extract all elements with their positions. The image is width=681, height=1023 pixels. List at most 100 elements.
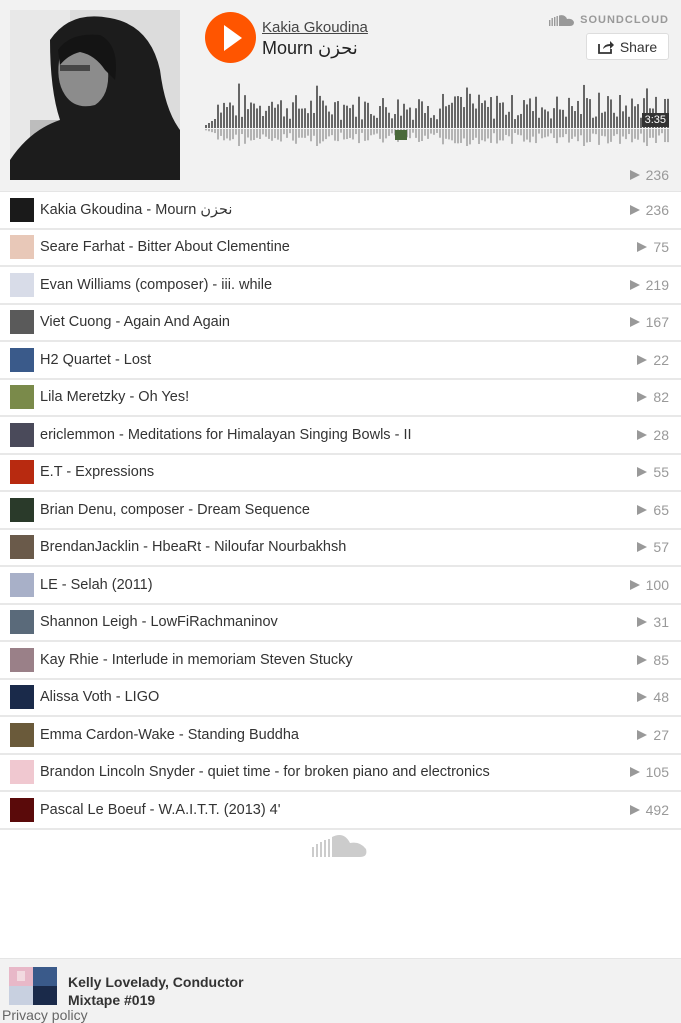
waveform-bar [418,99,420,128]
waveform-bar [634,106,636,128]
track-row[interactable]: Brandon Lincoln Snyder - quiet time - fo… [0,755,681,792]
track-title[interactable]: Mourn نحزن [262,38,358,59]
waveform-bar-reflection [511,129,513,144]
waveform-bar [517,115,519,128]
waveform-bar-reflection [553,129,555,138]
waveform-bar [541,107,543,128]
waveform-bar [394,114,396,128]
soundcloud-brand-label: SOUNDCLOUD [580,14,669,26]
waveform-bar-reflection [268,129,270,139]
waveform-bar-reflection [319,129,321,144]
waveform-bar [370,114,372,128]
waveform-bar [529,98,531,128]
header-play-count-value: 236 [645,167,669,183]
waveform-bar [574,111,576,128]
waveform-bar-reflection [568,129,570,143]
waveform-bar-reflection [304,129,306,138]
waveform-bar [478,94,480,128]
playlist-thumbnail[interactable] [9,967,57,1005]
track-row[interactable]: Pascal Le Boeuf - W.A.I.T.T. (2013) 4' 49… [0,792,681,830]
track-row[interactable]: Lila Meretzky - Oh Yes! 82 [0,380,681,417]
waveform-bar [286,108,288,128]
waveform-bar-reflection [592,129,594,134]
track-row[interactable]: BrendanJacklin - HbeaRt - Niloufar Nourb… [0,530,681,567]
waveform-bar [265,110,267,128]
waveform-bar-reflection [481,129,483,141]
waveform-bar-reflection [292,129,294,141]
playlist-title[interactable]: Mixtape #019 [68,992,155,1008]
comment-avatar-marker[interactable] [395,130,407,140]
track-play-count-value: 57 [653,539,669,556]
track-thumbnail [10,797,34,822]
track-play-count-value: 219 [645,276,669,293]
track-label: Emma Cardon-Wake - Standing Buddha [40,726,299,743]
track-row[interactable]: Shannon Leigh - LowFiRachmaninov 31 [0,605,681,642]
track-row[interactable]: Seare Farhat - Bitter About Clementine 75 [0,230,681,267]
waveform-bar-reflection [619,129,621,144]
track-row[interactable]: Brian Denu, composer - Dream Sequence 65 [0,492,681,530]
track-row[interactable]: E.T - Expressions 55 [0,455,681,492]
waveform-bar-reflection [277,129,279,140]
waveform-bar-reflection [373,129,375,135]
waveform-bar-reflection [658,129,660,136]
track-row[interactable]: Emma Cardon-Wake - Standing Buddha 27 [0,717,681,755]
track-play-count-value: 82 [653,389,669,406]
waveform-bar-reflection [256,129,258,138]
waveform-bar [547,111,549,128]
track-row[interactable]: H2 Quartet - Lost 22 [0,342,681,380]
waveform-bar-reflection [451,129,453,141]
track-thumbnail [10,685,34,710]
track-thumbnail [10,647,34,672]
waveform-bar-reflection [499,129,501,141]
waveform-bar [289,118,291,128]
waveform-bar [307,113,309,128]
waveform-bar [520,113,522,128]
track-row[interactable]: Viet Cuong - Again And Again 167 [0,305,681,342]
track-play-count: 492 [629,802,669,818]
track-thumbnail [10,197,34,222]
waveform[interactable] [205,82,669,146]
track-artwork[interactable] [10,10,180,180]
waveform-bar [376,117,378,128]
waveform-bar [466,87,468,128]
share-button[interactable]: Share [586,33,669,60]
track-thumbnail [10,572,34,597]
playlist-owner[interactable]: Kelly Lovelady, Conductor [68,974,244,990]
play-count-icon [629,317,640,328]
play-count-icon [637,729,648,740]
waveform-bar [508,111,510,128]
track-row[interactable]: ericlemmon - Meditations for Himalayan S… [0,417,681,455]
track-row[interactable]: Alissa Voth - LIGO 48 [0,680,681,717]
waveform-bar-reflection [295,129,297,144]
artist-link[interactable]: Kakia Gkoudina [262,19,368,36]
track-label: Lila Meretzky - Oh Yes! [40,389,190,406]
waveform-bar-reflection [478,129,480,144]
waveform-bar-reflection [223,129,225,141]
waveform-bar-reflection [415,129,417,138]
waveform-bar [250,102,252,128]
waveform-bar-reflection [634,129,636,139]
soundcloud-brand[interactable]: SOUNDCLOUD [549,14,669,26]
share-label: Share [619,38,658,55]
track-play-count-value: 31 [653,614,669,631]
privacy-policy-link[interactable]: Privacy policy [2,1007,88,1023]
waveform-bar [283,116,285,128]
play-icon [224,24,242,51]
waveform-bar-reflection [508,129,510,137]
play-button[interactable] [205,12,256,63]
track-row[interactable]: Kay Rhie - Interlude in memoriam Steven … [0,642,681,680]
waveform-bar [544,109,546,128]
track-row[interactable]: Kakia Gkoudina - Mourn نحزن 236 [0,192,681,230]
waveform-bar [262,116,264,128]
waveform-bar-reflection [514,129,516,134]
waveform-bar [241,116,243,128]
track-label: ericlemmon - Meditations for Himalayan S… [40,426,412,443]
waveform-bar [325,105,327,128]
waveform-bar [331,114,333,128]
track-row[interactable]: Evan Williams (composer) - iii. while 219 [0,267,681,305]
track-play-count-value: 167 [645,314,669,331]
waveform-bar-reflection [493,129,495,134]
waveform-bar [604,111,606,128]
track-row[interactable]: LE - Selah (2011) 100 [0,567,681,605]
waveform-bar-reflection [607,129,609,144]
